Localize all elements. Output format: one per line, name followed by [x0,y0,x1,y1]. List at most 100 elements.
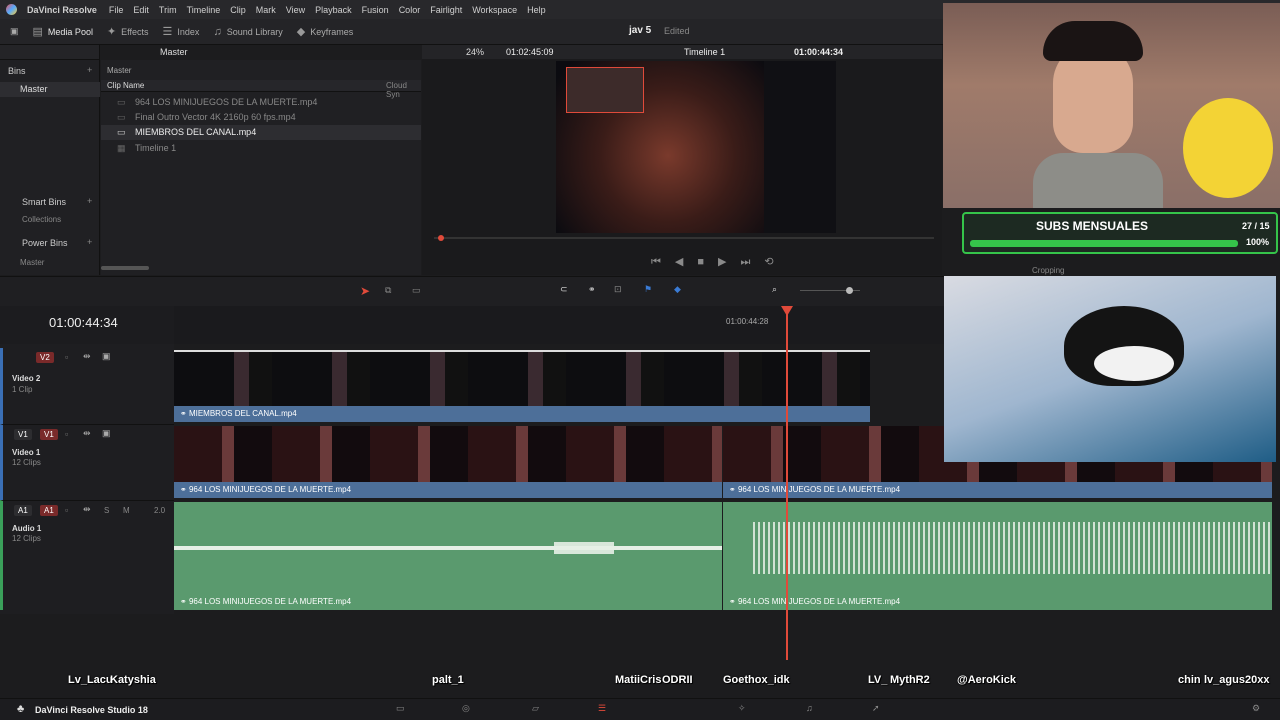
keyframes-icon: ◆ [296,26,306,38]
clip-video-icon: ▭ [117,127,126,137]
clip-v2[interactable]: ⚭ MIEMBROS DEL CANAL.mp4 [174,350,870,424]
page-bar: ♣ DaVinci Resolve Studio 18 ▭ ◎ ▱ ☰ ✧ ♫ … [0,698,1280,720]
flag-icon[interactable]: ⚑ [644,284,652,295]
menu-help[interactable]: Help [527,5,546,15]
viewer-panel: 24% 01:02:45:09 Timeline 1 01:00:44:34 ⏮… [422,45,942,275]
clip-row[interactable]: ▭ Final Outro Vector 4K 2160p 60 fps.mp4 [101,110,421,124]
col-clip-name[interactable]: Clip Name [107,81,144,90]
v1-lock-icon[interactable]: ▫ [65,429,68,439]
collections-item[interactable]: Collections [22,215,61,224]
stop-icon[interactable]: ■ [697,256,704,268]
a1-lock-icon[interactable]: ▫ [65,505,68,515]
page-edit-active-icon[interactable]: ☰ [598,703,606,714]
clip-v1-a[interactable]: ⚭ 964 LOS MINIJUEGOS DE LA MUERTE.mp4 [174,426,722,498]
menu-edit[interactable]: Edit [133,5,149,15]
link-icon[interactable]: ⚭ [588,284,596,295]
play-icon[interactable]: ▶ [718,256,726,268]
clip-row[interactable]: ▭ 964 LOS MINIJUEGOS DE LA MUERTE.mp4 [101,95,421,109]
clip-row[interactable]: ▦ Timeline 1 [101,141,421,155]
v1-source-button[interactable]: V1 [14,429,32,440]
page-media-icon[interactable]: ▭ [396,703,405,714]
timeline-playhead[interactable] [786,310,788,660]
skip-end-icon[interactable]: ⏭ [741,256,751,268]
sound-library-button[interactable]: ♫ Sound Library [213,26,282,38]
v2-clip-count: 1 Clip [12,385,33,394]
cat-white-patch [1094,346,1174,381]
selection-tool-icon[interactable]: ➤ [360,284,370,298]
playhead-marker-icon[interactable] [438,235,444,241]
skip-start-icon[interactable]: ⏮ [651,256,661,268]
add-smart-bin-icon[interactable]: + [87,196,92,206]
v2-autoselect-icon[interactable]: ⇹ [83,351,91,362]
timeline-selector[interactable]: Timeline 1 [684,47,725,57]
snapping-icon[interactable]: ⊂ [560,284,568,295]
clip-v1-b-name: 964 LOS MINIJUEGOS DE LA MUERTE.mp4 [737,485,901,494]
loop-icon[interactable]: ⟲ [764,256,773,268]
page-cut-icon[interactable]: ◎ [462,703,470,714]
clip-a1-b-link-icon: ⚭ [729,597,738,606]
v1-autoselect-icon[interactable]: ⇹ [83,428,91,439]
trim-tool-icon[interactable]: ⧉ [385,285,391,296]
index-button[interactable]: ☰ Index [163,25,200,38]
zoom-slider-handle[interactable] [846,287,853,294]
keyframes-button[interactable]: ◆ Keyframes [297,25,353,38]
viewer-name: Katyshia [110,674,156,686]
v1-track-button[interactable]: V1 [40,429,58,440]
menu-file[interactable]: File [109,5,124,15]
index-label: Index [177,26,200,37]
add-bin-icon[interactable]: + [87,65,92,75]
menu-clip[interactable]: Clip [230,5,246,15]
clip-list-header: Clip Name Cloud Syn [101,80,421,99]
clip-row-selected[interactable]: ▭ MIEMBROS DEL CANAL.mp4 [101,125,421,140]
pool-scrollbar[interactable] [101,266,149,270]
v2-track-button[interactable]: V2 [36,352,54,363]
resolve-home-icon[interactable]: ♣ [17,703,24,715]
layout-icon[interactable]: ▣ [10,26,19,37]
step-back-icon[interactable]: ◀ [675,256,683,268]
v2-lock-icon[interactable]: ▫ [65,352,68,362]
clip-a1-b[interactable]: ⚭ 964 LOS MINIJUEGOS DE LA MUERTE.mp4 [723,502,1272,610]
clip-v1-a-name: 964 LOS MINIJUEGOS DE LA MUERTE.mp4 [188,485,352,494]
menu-color[interactable]: Color [399,5,421,15]
media-pool-button[interactable]: ▤ Media Pool [33,25,93,38]
page-fairlight-icon[interactable]: ♫ [806,703,813,713]
timeline-ruler[interactable]: 01:00:44:28 [174,306,944,344]
a1-track-button[interactable]: A1 [40,505,58,516]
menu-view[interactable]: View [286,5,305,15]
blade-tool-icon[interactable]: ▭ [412,285,421,296]
clip-v1-a-link-icon: ⚭ [180,485,187,494]
page-deliver-icon[interactable]: ➚ [872,703,880,714]
v2-enable-icon[interactable]: ▣ [102,351,111,362]
lock-icon[interactable]: ⊡ [614,284,622,295]
smart-bins-title: Smart Bins [22,197,67,207]
timeline-timecode[interactable]: 01:00:44:34 [49,315,118,330]
add-power-bin-icon[interactable]: + [87,237,92,247]
clip-a1-a-wave-peak [554,542,614,554]
page-fusion-icon[interactable]: ✧ [738,703,746,714]
a1-solo-button[interactable]: S [104,506,109,515]
settings-gear-icon[interactable]: ⚙ [1252,703,1260,714]
effects-button[interactable]: ✦ Effects [107,25,149,38]
a1-mute-button[interactable]: M [123,506,130,515]
a1-autoselect-icon[interactable]: ⇹ [83,504,91,515]
menu-playback[interactable]: Playback [315,5,352,15]
menu-trim[interactable]: Trim [159,5,177,15]
menu-fairlight[interactable]: Fairlight [430,5,462,15]
power-master-item[interactable]: Master [20,258,44,267]
clip-name: MIEMBROS DEL CANAL.mp4 [135,127,257,137]
bin-master-row[interactable]: Master [0,82,100,97]
menu-fusion[interactable]: Fusion [362,5,389,15]
a1-source-button[interactable]: A1 [14,505,32,516]
clip-a1-a[interactable]: ⚭ 964 LOS MINIJUEGOS DE LA MUERTE.mp4 [174,502,722,610]
page-edit-icon[interactable]: ▱ [532,703,539,714]
menu-mark[interactable]: Mark [256,5,276,15]
v1-enable-icon[interactable]: ▣ [102,428,111,439]
marker-icon[interactable]: ◆ [674,284,681,295]
menu-timeline[interactable]: Timeline [187,5,221,15]
keyframes-label: Keyframes [310,26,354,37]
viewer-name: lv_agus20xx [1204,674,1270,686]
zoom-level[interactable]: 24% [466,47,484,57]
zoom-icon[interactable]: ⌕ [772,284,777,295]
viewer-scrubber[interactable] [434,237,934,239]
menu-workspace[interactable]: Workspace [472,5,517,15]
